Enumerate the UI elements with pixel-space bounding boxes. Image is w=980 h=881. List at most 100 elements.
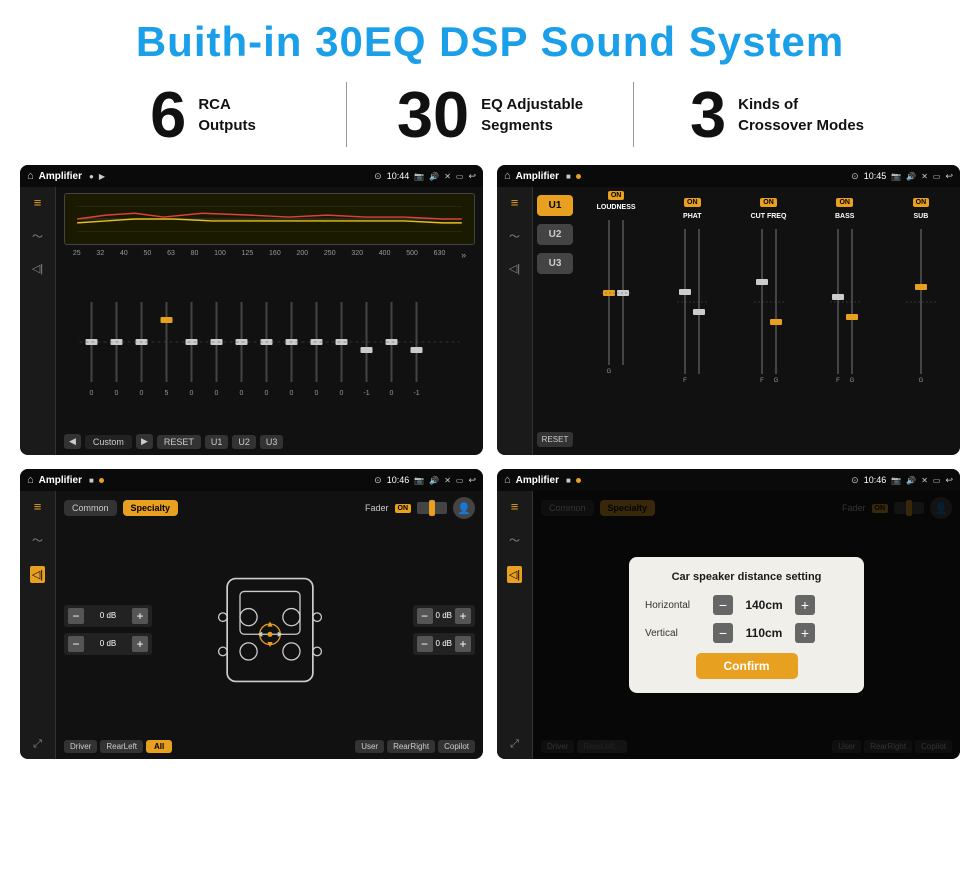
time-speaker: 10:46 bbox=[387, 475, 410, 485]
cutfreq-label: CUT FREQ bbox=[751, 213, 787, 220]
page-header: Buith-in 30EQ DSP Sound System bbox=[0, 0, 980, 74]
speaker-icon[interactable]: ◁| bbox=[32, 262, 43, 275]
horizontal-minus-btn[interactable]: − bbox=[713, 595, 733, 615]
wave-icon-4[interactable]: 〜 bbox=[509, 532, 520, 548]
eq-prev-btn[interactable]: ◀ bbox=[64, 434, 81, 449]
svg-text:F: F bbox=[760, 378, 764, 384]
app-name-speaker: Amplifier bbox=[39, 475, 82, 486]
freq-label: 320 bbox=[351, 250, 363, 260]
svg-text:G: G bbox=[773, 378, 778, 384]
left-sidebar-crossover: ≡ 〜 ◁| bbox=[497, 187, 533, 455]
status-bar-eq: ⌂ Amplifier ● ▶ ⊙ 10:44 📷 🔊 ✕ ▭ ↩ bbox=[20, 165, 483, 187]
all-btn[interactable]: All bbox=[146, 740, 172, 753]
freq-label: 500 bbox=[406, 250, 418, 260]
db-minus-fr[interactable]: − bbox=[417, 608, 433, 624]
time-dialog: 10:46 bbox=[864, 475, 887, 485]
status-bar-dialog: ⌂ Amplifier ■ ⊙ 10:46 📷 🔊 ✕ ▭ ↩ bbox=[497, 469, 960, 491]
stat-label-rca: RCA Outputs bbox=[198, 94, 256, 136]
freq-label: 630 bbox=[434, 250, 446, 260]
svg-text:0: 0 bbox=[90, 390, 94, 397]
eq-u2-btn[interactable]: U2 bbox=[232, 435, 256, 449]
rear-right-btn[interactable]: RearRight bbox=[387, 740, 435, 753]
avatar-btn[interactable]: 👤 bbox=[453, 497, 475, 519]
wave-icon-3[interactable]: 〜 bbox=[32, 532, 43, 548]
freq-label: 100 bbox=[214, 250, 226, 260]
db-value-fr: 0 dB bbox=[436, 611, 452, 620]
speaker-icon-4[interactable]: ◁| bbox=[507, 566, 522, 583]
u2-preset-btn[interactable]: U2 bbox=[537, 224, 573, 245]
wave-icon[interactable]: 〜 bbox=[32, 228, 43, 244]
db-plus-rl[interactable]: + bbox=[132, 636, 148, 652]
app-name-crossover: Amplifier bbox=[516, 171, 559, 182]
expand-icon-3[interactable]: ⤢ bbox=[33, 738, 42, 751]
freq-label: 250 bbox=[324, 250, 336, 260]
status-bar-crossover: ⌂ Amplifier ■ ⊙ 10:45 📷 🔊 ✕ ▭ ↩ bbox=[497, 165, 960, 187]
fader-label: Fader bbox=[365, 503, 389, 513]
eq-icon[interactable]: ≡ bbox=[34, 195, 42, 210]
db-minus-rl[interactable]: − bbox=[68, 636, 84, 652]
app-name-eq: Amplifier bbox=[39, 171, 82, 182]
db-plus-rr[interactable]: + bbox=[455, 636, 471, 652]
common-tab[interactable]: Common bbox=[64, 500, 117, 516]
vertical-label: Vertical bbox=[645, 628, 707, 639]
svg-text:0: 0 bbox=[140, 390, 144, 397]
phat-label: PHAT bbox=[683, 213, 702, 220]
svg-text:G: G bbox=[919, 378, 924, 384]
sub-label: SUB bbox=[914, 213, 929, 220]
svg-text:0: 0 bbox=[265, 390, 269, 397]
db-plus-fl[interactable]: + bbox=[132, 608, 148, 624]
copilot-btn[interactable]: Copilot bbox=[438, 740, 475, 753]
crossover-reset-btn[interactable]: RESET bbox=[537, 432, 573, 447]
eq-screen: ⌂ Amplifier ● ▶ ⊙ 10:44 📷 🔊 ✕ ▭ ↩ ≡ 〜 ◁| bbox=[20, 165, 483, 455]
svg-text:0: 0 bbox=[340, 390, 344, 397]
eq-icon-2[interactable]: ≡ bbox=[511, 195, 519, 210]
freq-label: 200 bbox=[296, 250, 308, 260]
freq-label: 63 bbox=[167, 250, 175, 260]
wave-icon-2[interactable]: 〜 bbox=[509, 228, 520, 244]
driver-btn[interactable]: Driver bbox=[64, 740, 97, 753]
stat-number-crossover: 3 bbox=[690, 82, 726, 147]
status-bar-speaker: ⌂ Amplifier ■ ⊙ 10:46 📷 🔊 ✕ ▭ ↩ bbox=[20, 469, 483, 491]
freq-label: 400 bbox=[379, 250, 391, 260]
db-minus-rr[interactable]: − bbox=[417, 636, 433, 652]
eq-u1-btn[interactable]: U1 bbox=[205, 435, 229, 449]
svg-text:0: 0 bbox=[115, 390, 119, 397]
svg-text:G: G bbox=[849, 378, 854, 384]
eq-icon-4[interactable]: ≡ bbox=[511, 499, 519, 514]
horizontal-plus-btn[interactable]: + bbox=[795, 595, 815, 615]
svg-text:-1: -1 bbox=[363, 390, 369, 397]
u1-preset-btn[interactable]: U1 bbox=[537, 195, 573, 216]
svg-text:5: 5 bbox=[165, 390, 169, 397]
db-plus-fr[interactable]: + bbox=[455, 608, 471, 624]
stat-crossover: 3 Kinds of Crossover Modes bbox=[634, 82, 920, 147]
vertical-plus-btn[interactable]: + bbox=[795, 623, 815, 643]
eq-reset-btn[interactable]: RESET bbox=[157, 435, 201, 449]
speaker-icon-2[interactable]: ◁| bbox=[509, 262, 520, 275]
freq-label: 32 bbox=[96, 250, 104, 260]
left-sidebar-dialog: ≡ 〜 ◁| ⤢ bbox=[497, 491, 533, 759]
rear-left-btn[interactable]: RearLeft bbox=[100, 740, 143, 753]
app-name-dialog: Amplifier bbox=[516, 475, 559, 486]
svg-text:0: 0 bbox=[390, 390, 394, 397]
svg-text:0: 0 bbox=[315, 390, 319, 397]
freq-label: 40 bbox=[120, 250, 128, 260]
eq-next-btn[interactable]: ▶ bbox=[136, 434, 153, 449]
vertical-minus-btn[interactable]: − bbox=[713, 623, 733, 643]
confirm-button[interactable]: Confirm bbox=[696, 653, 798, 679]
expand-icon-4[interactable]: ⤢ bbox=[510, 738, 519, 751]
svg-text:F: F bbox=[683, 378, 687, 384]
db-value-rl: 0 dB bbox=[87, 639, 129, 648]
stats-row: 6 RCA Outputs 30 EQ Adjustable Segments … bbox=[0, 74, 980, 161]
stat-eq: 30 EQ Adjustable Segments bbox=[347, 82, 633, 147]
svg-text:0: 0 bbox=[190, 390, 194, 397]
eq-icon-3[interactable]: ≡ bbox=[34, 499, 42, 514]
dialog-overlay: Car speaker distance setting Horizontal … bbox=[533, 491, 960, 759]
speaker-icon-3[interactable]: ◁| bbox=[30, 566, 45, 583]
eq-u3-btn[interactable]: U3 bbox=[260, 435, 284, 449]
svg-text:G: G bbox=[607, 369, 612, 375]
db-minus-fl[interactable]: − bbox=[68, 608, 84, 624]
specialty-tab[interactable]: Specialty bbox=[123, 500, 179, 516]
user-btn[interactable]: User bbox=[355, 740, 384, 753]
u3-preset-btn[interactable]: U3 bbox=[537, 253, 573, 274]
dialog-screen: ⌂ Amplifier ■ ⊙ 10:46 📷 🔊 ✕ ▭ ↩ ≡ 〜 ◁| ⤢ bbox=[497, 469, 960, 759]
